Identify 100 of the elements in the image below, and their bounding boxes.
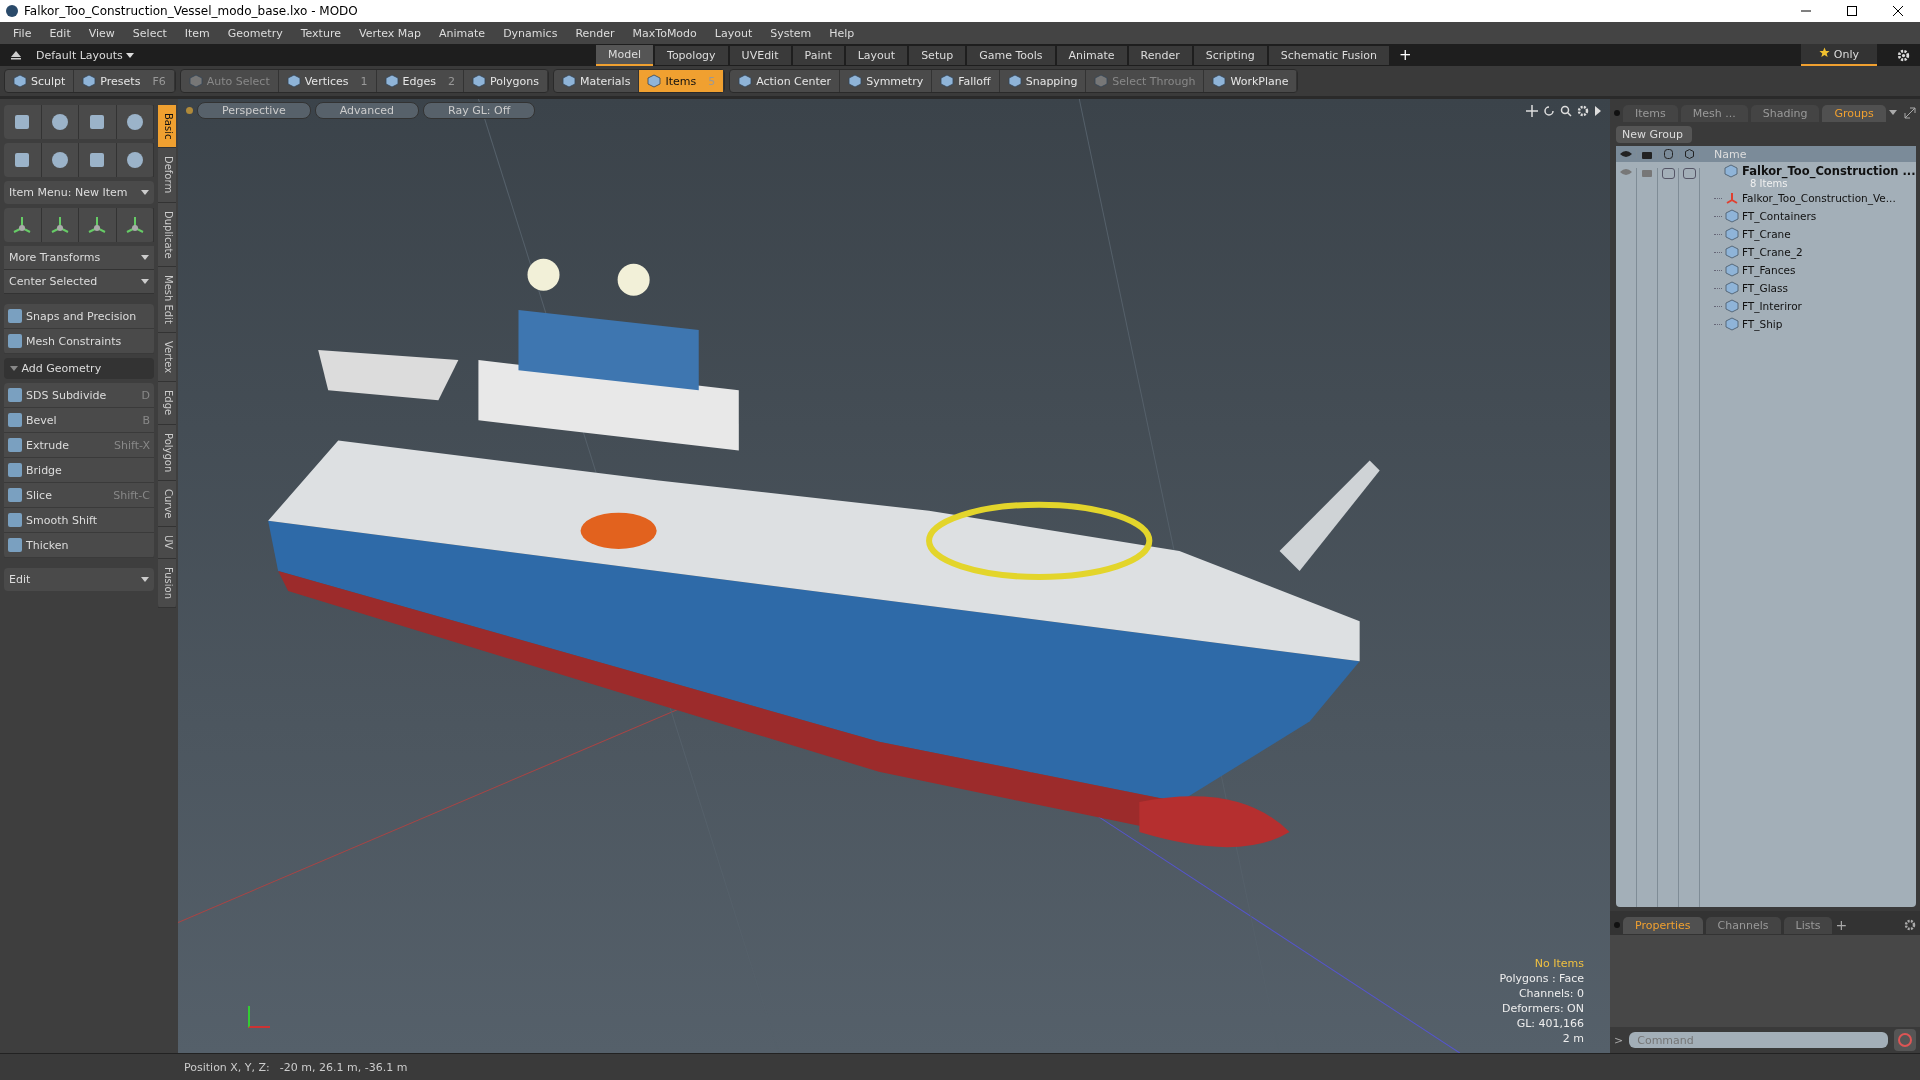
arrow-right-icon[interactable]: [1594, 105, 1602, 116]
record-button[interactable]: [1894, 1029, 1916, 1051]
tree-item[interactable]: FT_Interiror: [1742, 300, 1802, 312]
menu-item[interactable]: Vertex Map: [349, 26, 431, 40]
side-tab[interactable]: UV: [158, 527, 176, 559]
tool-button[interactable]: SDS Subdivide D: [4, 383, 154, 408]
layout-tab[interactable]: UVEdit: [729, 45, 791, 65]
layout-tab[interactable]: Game Tools: [967, 45, 1055, 65]
tool-button[interactable]: Slice Shift-C: [4, 483, 154, 508]
only-button[interactable]: Only: [1801, 44, 1877, 66]
menu-item[interactable]: Item: [175, 26, 219, 40]
settings-icon[interactable]: [1904, 919, 1916, 931]
panel-tab[interactable]: Groups: [1822, 104, 1886, 122]
add-tab-button[interactable]: +: [1835, 917, 1848, 933]
toolbar-button[interactable]: Action Center: [730, 70, 841, 92]
toolbar-button[interactable]: Presets F6: [74, 70, 175, 92]
menu-item[interactable]: Texture: [291, 26, 350, 40]
side-tab[interactable]: Fusion: [158, 558, 176, 608]
tool-button[interactable]: Snaps and Precision: [4, 304, 154, 329]
side-tab[interactable]: Deform: [158, 148, 176, 203]
tree-item[interactable]: FT_Crane: [1742, 228, 1791, 240]
panel-tab[interactable]: Items: [1623, 104, 1678, 122]
toolbar-button[interactable]: Edges 2: [376, 70, 464, 92]
command-field[interactable]: Command: [1629, 1032, 1888, 1048]
menu-item[interactable]: Layout: [705, 26, 762, 40]
layout-tab[interactable]: Setup: [909, 45, 966, 65]
transform-dropdown[interactable]: More Transforms: [4, 246, 154, 270]
arrow-up-icon[interactable]: [10, 50, 22, 60]
menu-item[interactable]: Geometry: [218, 26, 292, 40]
viewport-option-button[interactable]: Perspective: [197, 102, 311, 119]
toolbar-button[interactable]: Vertices 1: [278, 70, 377, 92]
side-tab[interactable]: Duplicate: [158, 202, 176, 268]
maximize-icon[interactable]: [1846, 5, 1858, 17]
layout-tab[interactable]: Topology: [655, 45, 728, 65]
rotate-icon[interactable]: [1543, 104, 1555, 117]
menu-item[interactable]: Dynamics: [494, 26, 567, 40]
cube-outline-icon[interactable]: [1684, 149, 1694, 159]
layout-tab[interactable]: Layout: [845, 45, 908, 65]
menu-item[interactable]: File: [4, 26, 41, 40]
toolbar-button[interactable]: Polygons: [464, 70, 548, 92]
select-checkbox[interactable]: [1682, 168, 1696, 179]
pan-icon[interactable]: [1526, 104, 1538, 117]
tree-item[interactable]: FT_Fances: [1742, 264, 1796, 276]
tree-item[interactable]: FT_Containers: [1742, 210, 1817, 222]
toolbar-button[interactable]: Sculpt: [5, 70, 75, 92]
side-tab[interactable]: Curve: [158, 480, 176, 528]
menu-item[interactable]: Render: [566, 26, 624, 40]
tool-button[interactable]: Thicken: [4, 533, 154, 558]
side-tab[interactable]: Basic: [158, 105, 176, 149]
layout-tab[interactable]: Schematic Fusion: [1268, 45, 1390, 65]
menu-item[interactable]: View: [79, 26, 124, 40]
layout-tab[interactable]: Paint: [792, 45, 844, 65]
menu-item[interactable]: Edit: [40, 26, 80, 40]
tree-item[interactable]: FT_Crane_2: [1742, 246, 1803, 258]
section-header[interactable]: Add Geometry: [4, 358, 154, 379]
menu-item[interactable]: System: [761, 26, 821, 40]
panel-tab[interactable]: Mesh ...: [1680, 104, 1748, 122]
side-tab[interactable]: Polygon: [158, 424, 176, 481]
layouts-dropdown[interactable]: Default Layouts: [36, 48, 596, 62]
tree-item[interactable]: Falkor_Too_Construction_Ve...: [1742, 192, 1896, 204]
tool-button[interactable]: Mesh Constraints: [4, 329, 154, 354]
zoom-icon[interactable]: [1560, 104, 1572, 117]
tool-icon: [8, 488, 22, 502]
edit-dropdown[interactable]: Edit: [4, 568, 154, 591]
side-tab[interactable]: Mesh Edit: [158, 267, 176, 334]
lock-checkbox[interactable]: [1661, 168, 1675, 179]
mesh-cube-icon: [1725, 263, 1739, 277]
tree-item[interactable]: FT_Ship: [1742, 318, 1783, 330]
menu-item[interactable]: Help: [820, 26, 864, 40]
layout-tab[interactable]: Render: [1128, 45, 1192, 65]
eye-icon[interactable]: [1620, 150, 1632, 158]
side-tab[interactable]: Vertex: [158, 333, 176, 383]
layout-tab[interactable]: Scripting: [1193, 45, 1267, 65]
menu-item[interactable]: Select: [123, 26, 176, 40]
add-tab-button[interactable]: +: [1391, 46, 1420, 64]
layout-tab[interactable]: Model: [596, 44, 654, 66]
viewport-option-button[interactable]: Advanced: [314, 102, 420, 119]
toolbar-button[interactable]: Items 5: [639, 70, 725, 92]
tree-item[interactable]: FT_Glass: [1742, 282, 1788, 294]
tree-item[interactable]: Falkor_Too_Construction ...: [1742, 164, 1916, 178]
side-tab[interactable]: Edge: [158, 382, 176, 425]
item-menu-dropdown[interactable]: Item Menu: New Item: [4, 181, 154, 204]
menu-item[interactable]: Animate: [430, 26, 495, 40]
expand-icon[interactable]: [1904, 107, 1916, 119]
tool-button[interactable]: Extrude Shift-X: [4, 433, 154, 458]
viewport-option-button[interactable]: Ray GL: Off: [423, 102, 536, 119]
layout-tab[interactable]: Animate: [1056, 45, 1127, 65]
toolbar-button[interactable]: Falloff: [932, 70, 1000, 92]
panel-tab[interactable]: Properties: [1623, 916, 1703, 934]
tool-button[interactable]: Bevel B: [4, 408, 154, 433]
toolbar-button[interactable]: WorkPlane: [1204, 70, 1298, 92]
new-group-button[interactable]: New Group: [1616, 126, 1692, 143]
menu-item[interactable]: MaxToModo: [623, 26, 706, 40]
toolbar-button[interactable]: Symmetry: [840, 70, 933, 92]
caret-icon[interactable]: [126, 52, 135, 59]
panel-tab[interactable]: Shading: [1750, 104, 1820, 122]
tool-button[interactable]: Bridge: [4, 458, 154, 483]
toolbar-button[interactable]: Snapping: [999, 70, 1087, 92]
close-icon[interactable]: [1892, 5, 1904, 17]
tool-button[interactable]: Smooth Shift: [4, 508, 154, 533]
